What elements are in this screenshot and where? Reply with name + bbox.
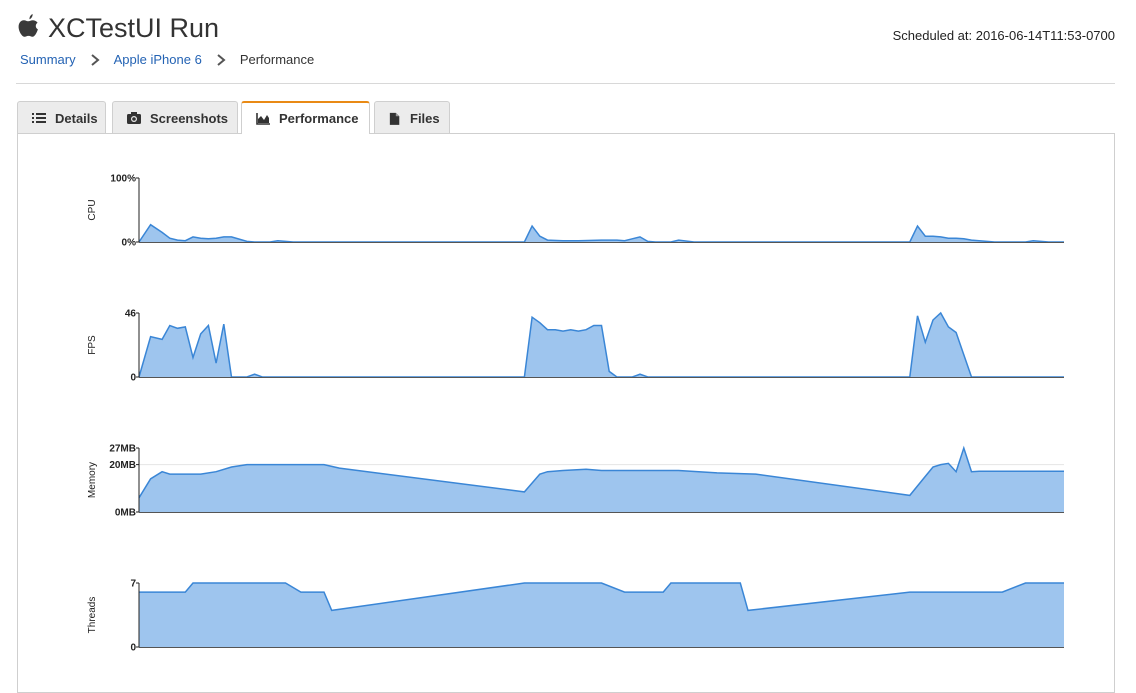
y-tick-label: 27MB (109, 444, 136, 455)
y-tick-label: 0% (122, 238, 137, 249)
series-area (139, 313, 1064, 377)
y-axis-label: Memory (87, 462, 98, 498)
tab-performance[interactable]: Performance (241, 101, 370, 134)
chart-threads: 7 0 Threads (87, 579, 1064, 654)
tab-label: Performance (279, 111, 359, 126)
y-tick-label: 0 (130, 643, 136, 654)
y-axis-label: CPU (87, 199, 98, 220)
performance-charts: 100% 0% CPU 46 0 FPS 27MB 20MB 0MB Memory 7 0 Thread… (87, 174, 1064, 654)
chart-fps: 46 0 FPS (87, 309, 1064, 384)
y-tick-label: 46 (125, 309, 137, 320)
series-area (139, 448, 1064, 512)
area-chart-icon (256, 112, 270, 125)
y-tick-label: 0MB (115, 508, 136, 519)
y-axis-label: FPS (87, 335, 98, 355)
y-tick-label: 20MB (109, 460, 136, 471)
chart-memory: 27MB 20MB 0MB Memory (87, 444, 1064, 519)
y-tick-label: 0 (130, 373, 136, 384)
y-tick-label: 7 (130, 579, 136, 590)
y-axis-label: Threads (87, 597, 98, 634)
chart-cpu: 100% 0% CPU (87, 174, 1064, 249)
y-tick-label: 100% (110, 174, 136, 185)
